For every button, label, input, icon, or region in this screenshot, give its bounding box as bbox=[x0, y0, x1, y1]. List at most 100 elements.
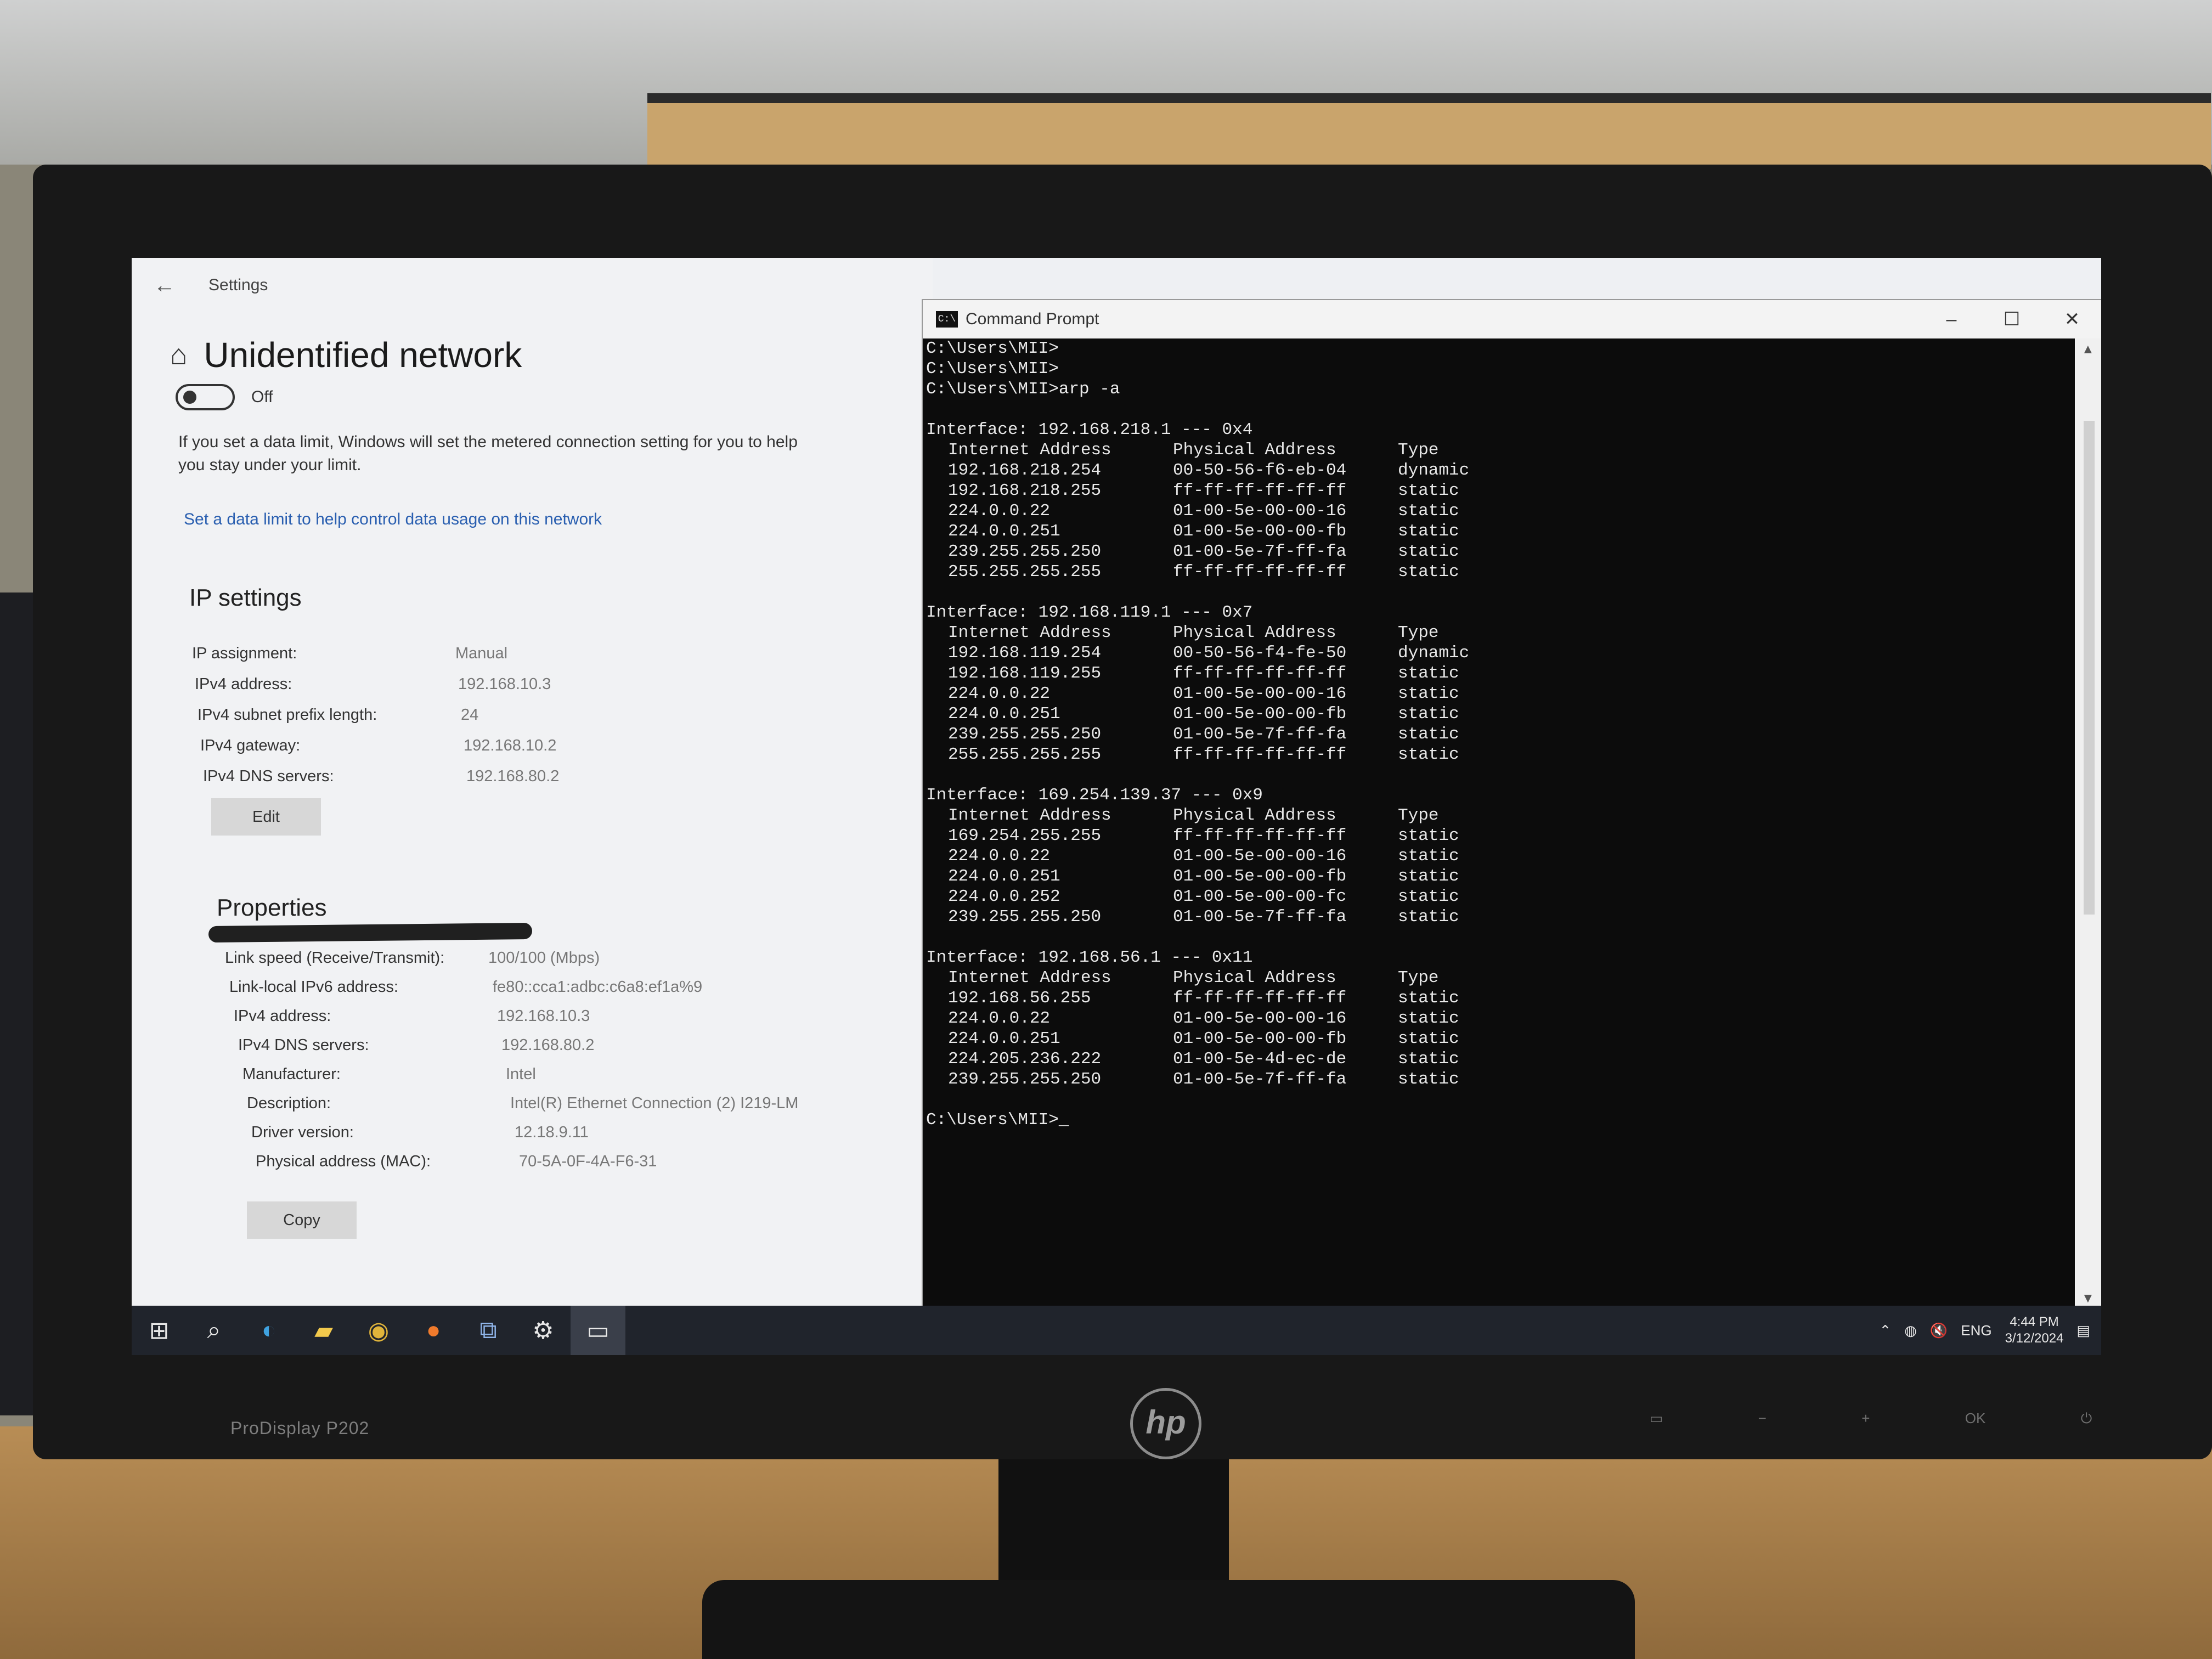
search-icon[interactable]: ⌕ bbox=[187, 1306, 241, 1355]
edge-icon[interactable]: ◐ bbox=[241, 1306, 296, 1355]
console-scrollbar[interactable]: ▲ ▼ bbox=[2076, 338, 2101, 1310]
arp-header-row: Internet Address Physical Address Type bbox=[926, 623, 2075, 643]
clock[interactable]: 4:44 PM 3/12/2024 bbox=[2005, 1314, 2064, 1347]
kv-label: IPv4 subnet prefix length: bbox=[198, 706, 377, 724]
kv-label: IPv4 address: bbox=[234, 1007, 331, 1025]
copy-button[interactable]: Copy bbox=[247, 1201, 357, 1239]
scroll-up-icon[interactable]: ▲ bbox=[2081, 342, 2095, 357]
data-limit-link[interactable]: Set a data limit to help control data us… bbox=[184, 510, 602, 529]
toggle-state-label: Off bbox=[251, 388, 273, 406]
kv-value: 70-5A-0F-4A-F6-31 bbox=[519, 1153, 657, 1170]
metered-toggle-row: Off bbox=[176, 384, 273, 410]
arp-physical-address: 01-00-5e-7f-ff-fa bbox=[1173, 542, 1347, 561]
arp-entry-row: 192.168.56.255 ff-ff-ff-ff-ff-ff static bbox=[926, 988, 2075, 1008]
speaker-muted-icon[interactable]: 🔇 bbox=[1930, 1322, 1948, 1339]
arp-type: static bbox=[1398, 887, 1459, 906]
arp-physical-address: ff-ff-ff-ff-ff-ff bbox=[1173, 664, 1347, 683]
language-indicator[interactable]: ENG bbox=[1961, 1322, 1991, 1339]
arp-internet-address: 255.255.255.255 bbox=[948, 562, 1102, 582]
kv-value: 192.168.80.2 bbox=[501, 1036, 595, 1054]
taskbar: ⊞ ⌕ ◐ ▰ ◉ ● ⧉ ⚙ ▭ ⌃ ◍ 🔇 ENG 4:44 PM 3/12… bbox=[132, 1306, 2101, 1355]
monitor-plus-button[interactable]: + bbox=[1861, 1410, 1870, 1432]
back-arrow-icon[interactable]: ← bbox=[154, 273, 176, 298]
kv-label: Description: bbox=[247, 1094, 331, 1112]
monitor-menu-button[interactable]: ▭ bbox=[1650, 1410, 1663, 1432]
arp-physical-address: 01-00-5e-00-00-fb bbox=[1173, 1029, 1347, 1048]
arp-entry-row: 192.168.119.255 ff-ff-ff-ff-ff-ff static bbox=[926, 663, 2075, 684]
arp-type: static bbox=[1398, 826, 1459, 845]
background-desk bbox=[647, 93, 2211, 169]
arp-entry-row: 239.255.255.250 01-00-5e-7f-ff-fa static bbox=[926, 541, 2075, 562]
notification-icon[interactable]: ▤ bbox=[2076, 1322, 2090, 1339]
scroll-thumb[interactable] bbox=[2084, 421, 2095, 915]
clock-date: 3/12/2024 bbox=[2005, 1331, 2064, 1346]
console-output[interactable]: C:\Users\MII> C:\Users\MII> C:\Users\MII>a… bbox=[923, 338, 2075, 1310]
monitor-minus-button[interactable]: − bbox=[1758, 1410, 1767, 1432]
monitor-buttons: ▭ − + OK ⏻ bbox=[1602, 1410, 2140, 1432]
arp-internet-address: 224.0.0.252 bbox=[948, 887, 1060, 906]
metered-connection-toggle[interactable] bbox=[176, 384, 235, 410]
kv-label: IPv4 gateway: bbox=[200, 737, 301, 754]
kv-value: 100/100 (Mbps) bbox=[488, 949, 600, 967]
arp-internet-address: 192.168.218.254 bbox=[948, 461, 1102, 480]
arp-interface-title: Interface: 192.168.119.1 --- 0x7 bbox=[926, 603, 1253, 622]
chrome-icon[interactable]: ◉ bbox=[351, 1306, 406, 1355]
minimize-button[interactable]: – bbox=[1921, 309, 1982, 330]
arp-type: static bbox=[1398, 704, 1459, 724]
kv-value: fe80::cca1:adbc:c6a8:ef1a%9 bbox=[493, 978, 703, 996]
file-explorer-icon[interactable]: ▰ bbox=[296, 1306, 351, 1355]
kv-value: Manual bbox=[455, 645, 508, 662]
arp-internet-address: 224.0.0.22 bbox=[948, 847, 1051, 866]
arp-physical-address: 01-00-5e-4d-ec-de bbox=[1173, 1049, 1347, 1069]
kv-row: Link speed (Receive/Transmit): 100/100 (M… bbox=[225, 949, 600, 967]
properties-title: Properties bbox=[217, 894, 327, 921]
arp-entry-row: 224.0.0.22 01-00-5e-00-00-16 static bbox=[926, 501, 2075, 521]
monitor-ok-button[interactable]: OK bbox=[1965, 1410, 1986, 1432]
arp-internet-address: 192.168.119.254 bbox=[948, 644, 1102, 663]
arp-entry-row: 224.0.0.22 01-00-5e-00-00-16 static bbox=[926, 684, 2075, 704]
arp-physical-address: 01-00-5e-00-00-fc bbox=[1173, 887, 1347, 906]
arp-type: static bbox=[1398, 725, 1459, 744]
scroll-down-icon[interactable]: ▼ bbox=[2081, 1291, 2095, 1306]
arp-column-header: Type bbox=[1398, 968, 1439, 988]
console-prompt-line: C:\Users\MII>arp -a bbox=[926, 380, 1120, 399]
cmd-window-icon: C:\ bbox=[936, 311, 958, 328]
kv-value: 192.168.10.3 bbox=[497, 1007, 590, 1025]
arp-internet-address: 192.168.218.255 bbox=[948, 481, 1102, 500]
arp-type: static bbox=[1398, 907, 1459, 927]
arp-column-header: Internet Address bbox=[948, 623, 1111, 642]
arp-entry-row: 224.205.236.222 01-00-5e-4d-ec-de static bbox=[926, 1049, 2075, 1069]
settings-icon[interactable]: ⚙ bbox=[516, 1306, 571, 1355]
start-icon[interactable]: ⊞ bbox=[132, 1306, 187, 1355]
arp-column-header: Type bbox=[1398, 441, 1439, 460]
arp-physical-address: ff-ff-ff-ff-ff-ff bbox=[1173, 826, 1347, 845]
home-icon[interactable]: ⌂ bbox=[170, 338, 187, 371]
arp-interface-title: Interface: 169.254.139.37 --- 0x9 bbox=[926, 786, 1263, 805]
console-final-prompt: C:\Users\MII>_ bbox=[926, 1110, 1069, 1130]
console-prompt-line: C:\Users\MII> bbox=[926, 339, 1059, 358]
maximize-button[interactable]: ☐ bbox=[1982, 308, 2042, 330]
close-button[interactable]: ✕ bbox=[2042, 308, 2101, 330]
page-title: Unidentified network bbox=[204, 335, 522, 375]
screen: ← Settings ⌂ Unidentified network Off If… bbox=[132, 258, 2101, 1355]
arp-internet-address: 224.205.236.222 bbox=[948, 1049, 1102, 1069]
arp-internet-address: 224.0.0.251 bbox=[948, 1029, 1060, 1048]
network-app-icon[interactable]: ⧉ bbox=[461, 1306, 516, 1355]
globe-icon[interactable]: ◍ bbox=[1904, 1322, 1917, 1339]
arp-entry-row: 239.255.255.250 01-00-5e-7f-ff-fa static bbox=[926, 724, 2075, 744]
edit-button[interactable]: Edit bbox=[211, 798, 321, 836]
arp-internet-address: 239.255.255.250 bbox=[948, 725, 1102, 744]
arp-type: static bbox=[1398, 684, 1459, 703]
monitor-power-button[interactable]: ⏻ bbox=[2081, 1410, 2092, 1432]
arp-physical-address: 01-00-5e-00-00-16 bbox=[1173, 501, 1347, 521]
arp-column-header: Internet Address bbox=[948, 806, 1111, 825]
firefox-icon[interactable]: ● bbox=[406, 1306, 461, 1355]
redaction-mark bbox=[208, 922, 533, 943]
arp-internet-address: 224.0.0.22 bbox=[948, 684, 1051, 703]
arp-interface-block: Interface: 192.168.119.1 --- 0x7 Internet… bbox=[926, 602, 2075, 765]
kv-label: IPv4 address: bbox=[195, 675, 292, 693]
hp-logo: hp bbox=[1130, 1388, 1201, 1459]
chevron-up-icon[interactable]: ⌃ bbox=[1879, 1322, 1891, 1339]
cmd-icon[interactable]: ▭ bbox=[571, 1306, 625, 1355]
kv-row: Physical address (MAC): 70-5A-0F-4A-F6-31 bbox=[256, 1153, 657, 1171]
